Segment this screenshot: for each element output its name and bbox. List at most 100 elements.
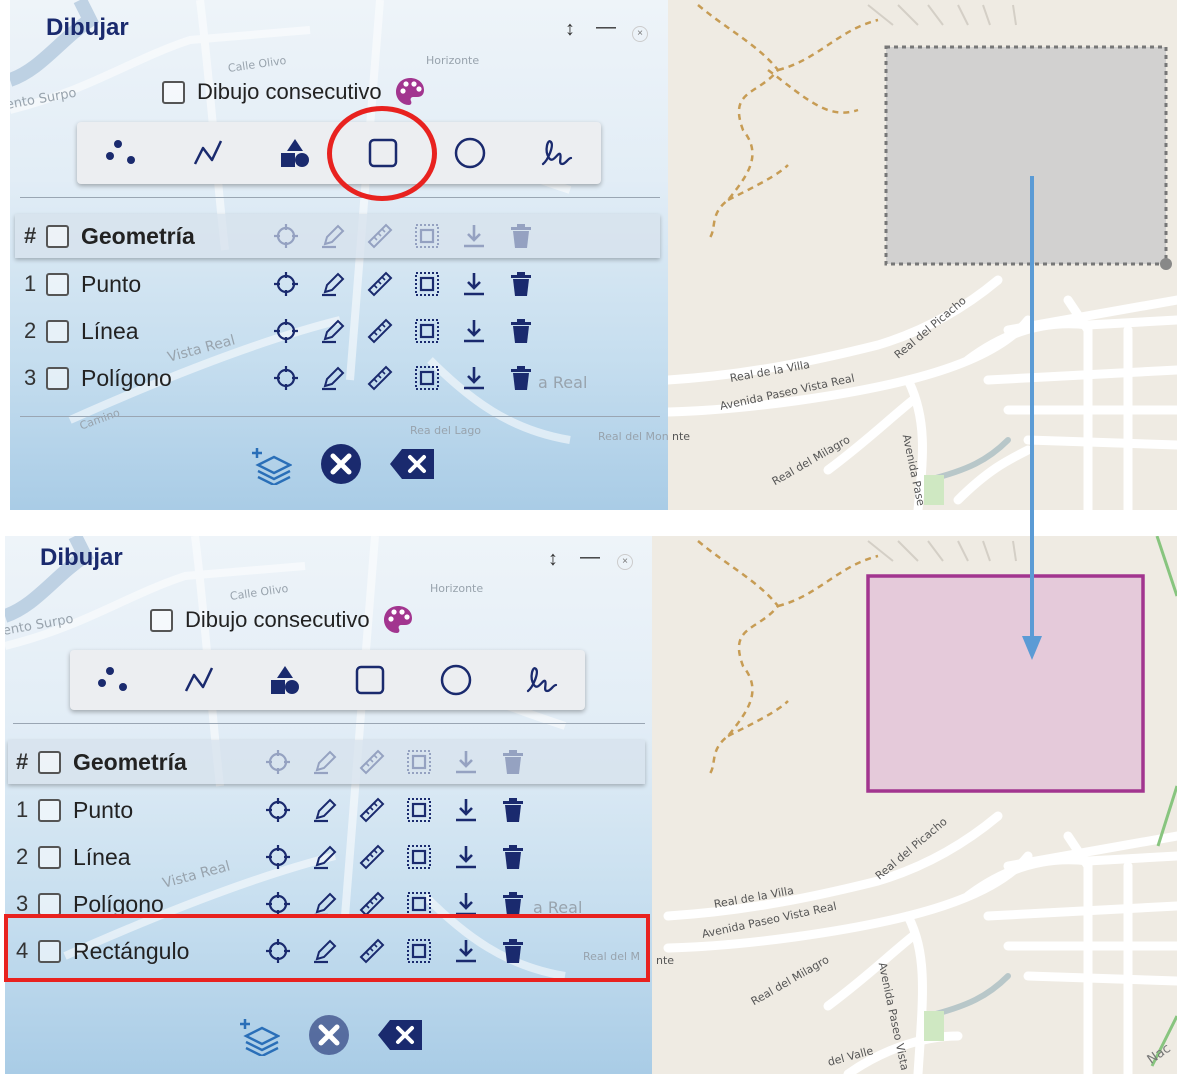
download-icon[interactable]	[451, 843, 480, 872]
resize-icon[interactable]: ↕	[565, 18, 575, 41]
freehand-tool[interactable]	[516, 654, 568, 706]
trash-icon[interactable]	[506, 222, 535, 251]
map-top[interactable]: Real de la Villa Avenida Paseo Vista Rea…	[668, 0, 1177, 510]
edit-icon[interactable]	[318, 222, 347, 251]
row-checkbox[interactable]	[38, 798, 61, 822]
consecutive-checkbox[interactable]	[150, 608, 173, 632]
download-icon[interactable]	[451, 796, 480, 825]
consecutive-drawing-option[interactable]: Dibujo consecutivo	[150, 604, 414, 636]
row-checkbox[interactable]	[46, 366, 69, 390]
add-layer-icon[interactable]	[238, 1014, 280, 1056]
new-rectangle-row-highlight	[4, 914, 650, 982]
edit-icon[interactable]	[310, 843, 339, 872]
zoom-extent-icon[interactable]	[404, 796, 433, 825]
header-num: #	[16, 749, 29, 774]
locate-icon[interactable]	[263, 843, 292, 872]
header-actions	[271, 222, 535, 251]
bg-label-rea-del-lago: Rea del Lago	[410, 424, 482, 437]
trash-icon[interactable]	[506, 270, 535, 299]
cancel-circle-icon[interactable]	[320, 443, 362, 485]
measure-icon[interactable]	[357, 748, 386, 777]
geometry-row[interactable]: 1 Punto	[16, 790, 527, 830]
header-label: Geometría	[73, 748, 187, 775]
edit-icon[interactable]	[310, 796, 339, 825]
minimize-button[interactable]: —	[596, 16, 616, 39]
geometry-row[interactable]: 3 Polígono	[24, 358, 535, 398]
bg-label-horizonte: Horizonte	[426, 54, 480, 67]
trash-icon[interactable]	[498, 843, 527, 872]
freehand-tool[interactable]	[531, 127, 583, 179]
geometry-row[interactable]: 2 Línea	[24, 311, 535, 351]
map-bottom[interactable]: Real de la Villa Avenida Paseo Vista Rea…	[652, 536, 1177, 1074]
trash-icon[interactable]	[506, 364, 535, 393]
locate-icon[interactable]	[271, 222, 300, 251]
resize-icon[interactable]: ↕	[548, 548, 558, 571]
row-label: Punto	[73, 796, 134, 823]
measure-icon[interactable]	[365, 364, 394, 393]
close-button[interactable]: ×	[632, 26, 648, 42]
edit-icon[interactable]	[310, 748, 339, 777]
trash-icon[interactable]	[498, 748, 527, 777]
rectangle-icon	[356, 665, 385, 695]
locate-icon[interactable]	[263, 796, 292, 825]
circle-tool[interactable]	[430, 654, 482, 706]
table-header-row: # Geometría	[24, 216, 535, 256]
clear-backspace-icon[interactable]	[378, 1020, 422, 1050]
row-checkbox[interactable]	[38, 845, 61, 869]
zoom-extent-icon[interactable]	[412, 317, 441, 346]
row-checkbox[interactable]	[38, 892, 61, 916]
line-tool[interactable]	[182, 127, 234, 179]
row-checkbox[interactable]	[46, 319, 69, 343]
point-tool[interactable]	[87, 654, 139, 706]
polygon-tool[interactable]	[269, 127, 321, 179]
map-top-roads	[668, 4, 1177, 510]
polygon-tool[interactable]	[259, 654, 311, 706]
download-icon[interactable]	[459, 270, 488, 299]
add-layer-icon[interactable]	[250, 443, 292, 485]
select-all-checkbox[interactable]	[46, 224, 69, 248]
palette-icon[interactable]	[382, 604, 414, 636]
locate-icon[interactable]	[271, 317, 300, 346]
download-icon[interactable]	[459, 222, 488, 251]
cancel-circle-icon[interactable]	[308, 1014, 350, 1056]
minimize-button[interactable]: —	[580, 546, 600, 569]
zoom-extent-icon[interactable]	[412, 364, 441, 393]
locate-icon[interactable]	[263, 748, 292, 777]
download-icon[interactable]	[451, 748, 480, 777]
point-tool[interactable]	[95, 127, 147, 179]
measure-icon[interactable]	[365, 270, 394, 299]
consecutive-drawing-option[interactable]: Dibujo consecutivo	[162, 76, 426, 108]
measure-icon[interactable]	[365, 317, 394, 346]
zoom-extent-icon[interactable]	[404, 843, 433, 872]
download-icon[interactable]	[459, 364, 488, 393]
select-all-checkbox[interactable]	[38, 750, 61, 774]
zoom-extent-icon[interactable]	[412, 222, 441, 251]
edit-icon[interactable]	[318, 270, 347, 299]
consecutive-checkbox[interactable]	[162, 80, 185, 104]
edit-icon[interactable]	[318, 317, 347, 346]
measure-icon[interactable]	[357, 796, 386, 825]
consecutive-label: Dibujo consecutivo	[185, 607, 370, 632]
close-button[interactable]: ×	[617, 554, 633, 570]
line-tool[interactable]	[173, 654, 225, 706]
row-actions	[263, 796, 527, 825]
palette-icon[interactable]	[394, 76, 426, 108]
zoom-extent-icon[interactable]	[404, 748, 433, 777]
trash-icon[interactable]	[506, 317, 535, 346]
row-checkbox[interactable]	[46, 272, 69, 296]
edit-icon[interactable]	[318, 364, 347, 393]
trash-icon[interactable]	[498, 796, 527, 825]
locate-icon[interactable]	[271, 364, 300, 393]
zoom-extent-icon[interactable]	[412, 270, 441, 299]
measure-icon[interactable]	[357, 843, 386, 872]
circle-tool[interactable]	[444, 127, 496, 179]
geometry-row[interactable]: 1 Punto	[24, 264, 535, 304]
clear-backspace-icon[interactable]	[390, 449, 434, 479]
geometry-row[interactable]: 2 Línea	[16, 837, 527, 877]
table-header-row: # Geometría	[16, 742, 527, 782]
rectangle-tool[interactable]	[344, 654, 396, 706]
measure-icon[interactable]	[365, 222, 394, 251]
locate-icon[interactable]	[271, 270, 300, 299]
download-icon[interactable]	[459, 317, 488, 346]
row-actions	[271, 317, 535, 346]
